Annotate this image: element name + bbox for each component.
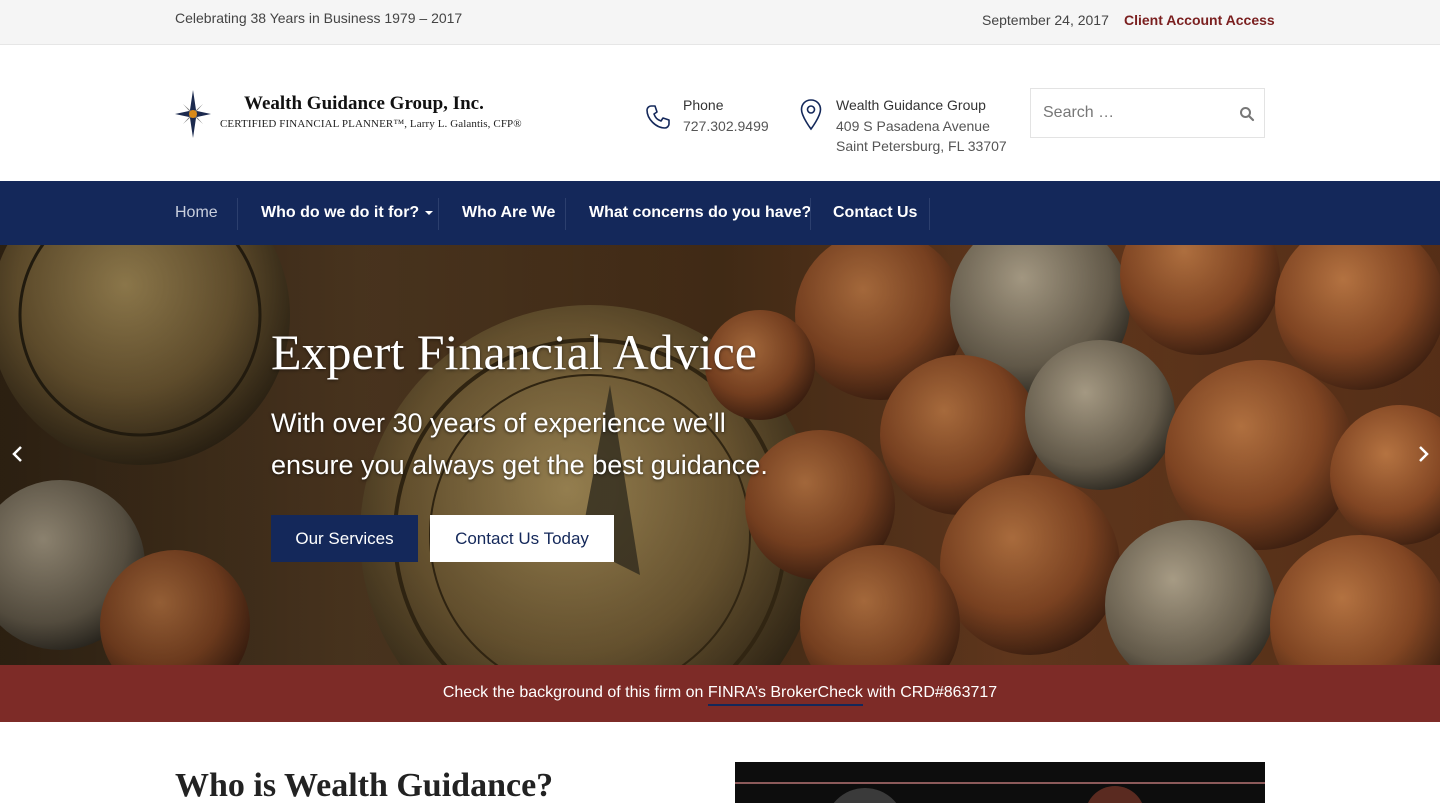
- top-bar: Celebrating 38 Years in Business 1979 – …: [0, 0, 1440, 45]
- contact-us-today-button[interactable]: Contact Us Today: [430, 515, 614, 562]
- our-services-button[interactable]: Our Services: [271, 515, 418, 562]
- hero-lead: With over 30 years of experience we’ll e…: [271, 408, 768, 480]
- site-header: Wealth Guidance Group, Inc. CERTIFIED FI…: [0, 45, 1440, 181]
- nav-item-label: Who do we do it for?: [261, 204, 420, 221]
- nav-item-who-do-we-do-it-for[interactable]: Who do we do it for?: [261, 181, 434, 245]
- nav-item-home[interactable]: Home: [175, 181, 218, 245]
- client-account-access-link[interactable]: Client Account Access: [1124, 12, 1275, 28]
- address-line-2: Saint Petersburg, FL 33707: [836, 138, 1007, 154]
- video-figure: [1085, 786, 1145, 803]
- phone-label: Phone: [683, 97, 724, 113]
- tagline: Celebrating 38 Years in Business 1979 – …: [175, 10, 463, 26]
- address-line-1: 409 S Pasadena Avenue: [836, 117, 990, 134]
- current-date: September 24, 2017: [982, 12, 1109, 28]
- nav-divider: [237, 198, 238, 230]
- address-contact: Wealth Guidance Group 409 S Pasadena Ave…: [836, 95, 1007, 157]
- nav-divider: [565, 198, 566, 230]
- section-title: Who is Wealth Guidance?: [175, 767, 554, 803]
- hero-slider: Expert Financial Advice With over 30 yea…: [0, 245, 1440, 665]
- video-thumbnail[interactable]: [735, 762, 1265, 803]
- notice-prefix: Check the background of this firm on: [442, 684, 708, 701]
- logo-subtitle: CERTIFIED FINANCIAL PLANNER™, Larry L. G…: [220, 118, 522, 130]
- chevron-right-icon[interactable]: [1416, 445, 1430, 463]
- map-pin-icon: [800, 99, 822, 131]
- search-box: [1030, 88, 1265, 138]
- caret-down-icon: [425, 210, 434, 215]
- search-icon[interactable]: [1239, 106, 1255, 122]
- nav-item-contact-us[interactable]: Contact Us: [833, 181, 917, 245]
- address-label: Wealth Guidance Group: [836, 97, 986, 113]
- main-nav: Home Who do we do it for? Who Are We Wha…: [0, 181, 1440, 245]
- phone-contact: Phone 727.302.9499: [683, 95, 769, 136]
- nav-item-who-are-we[interactable]: Who Are We: [462, 181, 555, 245]
- brokercheck-link[interactable]: FINRA’s BrokerCheck: [707, 684, 863, 706]
- nav-divider: [438, 198, 439, 230]
- video-line: [735, 782, 1265, 784]
- site-logo[interactable]: Wealth Guidance Group, Inc. CERTIFIED FI…: [175, 90, 555, 140]
- phone-number[interactable]: 727.302.9499: [683, 116, 769, 137]
- nav-divider: [810, 198, 811, 230]
- brokercheck-notice: Check the background of this firm on FIN…: [0, 665, 1440, 722]
- nav-item-what-concerns[interactable]: What concerns do you have?: [589, 181, 811, 245]
- compass-star-icon: [175, 90, 211, 138]
- phone-icon: [646, 105, 670, 129]
- nav-divider: [929, 198, 930, 230]
- chevron-left-icon[interactable]: [11, 445, 25, 463]
- hero-title: Expert Financial Advice: [271, 324, 757, 380]
- notice-suffix: with CRD#863717: [862, 684, 998, 701]
- search-input[interactable]: [1031, 89, 1221, 137]
- logo-name: Wealth Guidance Group, Inc.: [244, 93, 484, 114]
- video-figure: [825, 788, 905, 803]
